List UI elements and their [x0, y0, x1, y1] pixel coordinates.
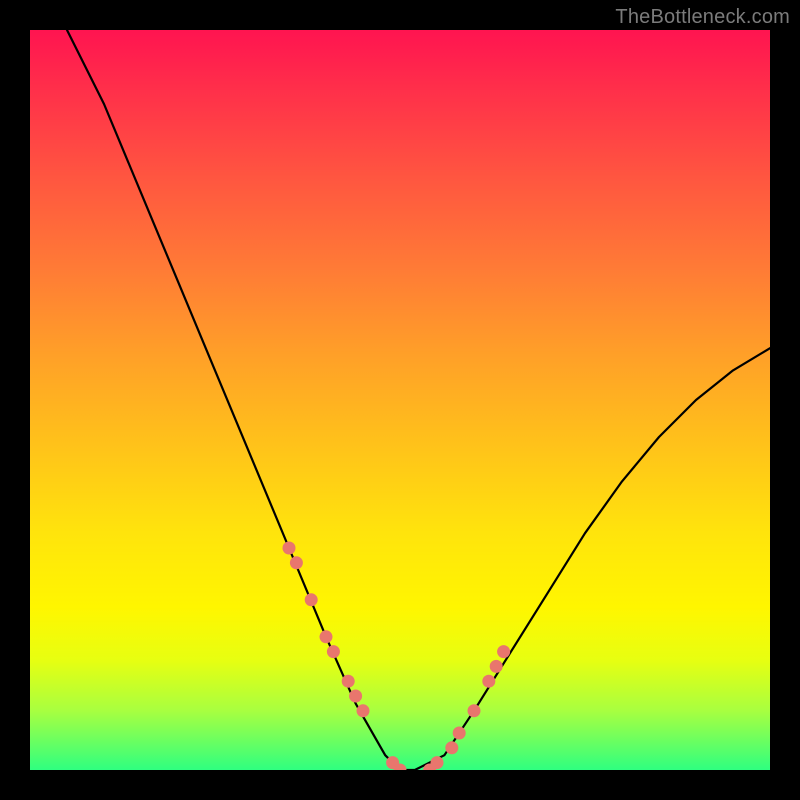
curve-layer — [30, 30, 770, 770]
bottleneck-curve — [67, 30, 770, 770]
chart-frame: TheBottleneck.com — [0, 0, 800, 800]
marker-dot — [290, 556, 303, 569]
marker-dot — [468, 704, 481, 717]
marker-dot — [349, 690, 362, 703]
watermark-text: TheBottleneck.com — [615, 6, 790, 29]
marker-dot — [445, 741, 458, 754]
marker-dot — [453, 727, 466, 740]
marker-dot — [320, 630, 333, 643]
marker-dot — [490, 660, 503, 673]
marker-dot — [283, 542, 296, 555]
marker-dot — [305, 593, 318, 606]
marker-dot — [357, 704, 370, 717]
marker-dot — [327, 645, 340, 658]
marker-dot — [342, 675, 355, 688]
marker-dot — [431, 756, 444, 769]
marker-dot — [497, 645, 510, 658]
plot-area — [30, 30, 770, 770]
marker-dot — [482, 675, 495, 688]
highlight-dots — [283, 542, 511, 771]
